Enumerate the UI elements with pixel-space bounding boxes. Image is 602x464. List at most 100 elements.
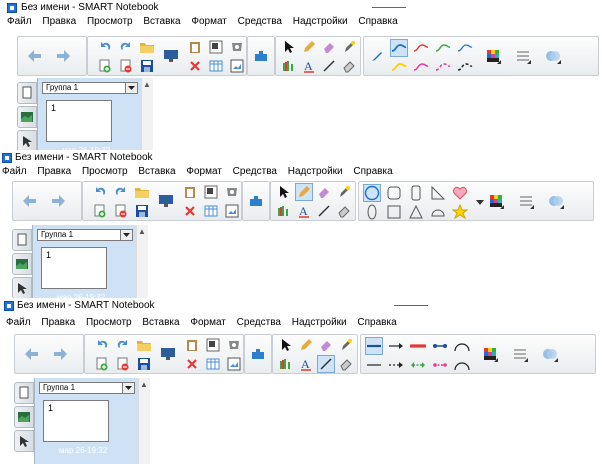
pen-type-yellow-curve[interactable] bbox=[390, 58, 408, 76]
scroll-up-icon[interactable]: ▲ bbox=[140, 380, 148, 389]
add-page-icon[interactable] bbox=[96, 57, 114, 75]
open-folder-icon[interactable] bbox=[138, 38, 156, 56]
capture-icon[interactable] bbox=[228, 38, 246, 56]
pen-type-blue-thin[interactable] bbox=[456, 39, 474, 57]
shape-semicircle-icon[interactable] bbox=[429, 203, 447, 221]
transparency-icon[interactable] bbox=[541, 345, 559, 363]
menu-edit[interactable]: Правка bbox=[38, 15, 80, 29]
color-palette-icon[interactable] bbox=[484, 47, 502, 65]
menu-format[interactable]: Формат bbox=[186, 316, 230, 330]
gallery-tab[interactable] bbox=[12, 253, 32, 275]
addon-icon[interactable] bbox=[247, 192, 265, 210]
back-arrow-icon[interactable] bbox=[23, 345, 41, 363]
delete-icon[interactable] bbox=[183, 355, 201, 373]
menu-addons[interactable]: Надстройки bbox=[289, 15, 352, 29]
screen-shade-icon[interactable] bbox=[207, 38, 225, 56]
shape-rect-icon[interactable] bbox=[407, 184, 425, 202]
eraser-icon[interactable] bbox=[320, 38, 338, 56]
scroll-up-icon[interactable]: ▲ bbox=[138, 227, 146, 236]
paste-icon[interactable] bbox=[186, 38, 204, 56]
gallery-tab[interactable] bbox=[17, 106, 37, 128]
menu-edit[interactable]: Правка bbox=[37, 316, 79, 330]
fill-icon[interactable] bbox=[335, 202, 353, 220]
color-palette-icon[interactable] bbox=[487, 192, 505, 210]
menu-file[interactable]: Файл bbox=[0, 165, 31, 179]
page-sorter-scrollbar[interactable]: ▲ bbox=[136, 225, 148, 300]
menu-tools[interactable]: Средства bbox=[233, 316, 285, 330]
shape-star-icon[interactable] bbox=[451, 203, 469, 221]
chevron-down-icon[interactable] bbox=[125, 83, 137, 93]
redo-icon[interactable] bbox=[112, 183, 130, 201]
capture-icon[interactable] bbox=[223, 183, 241, 201]
table-icon[interactable] bbox=[202, 202, 220, 220]
line-icon[interactable] bbox=[320, 57, 338, 75]
fill-icon[interactable] bbox=[340, 57, 358, 75]
magic-pen-icon[interactable] bbox=[335, 183, 353, 201]
eraser-icon[interactable] bbox=[315, 183, 333, 201]
chevron-down-icon[interactable] bbox=[122, 383, 134, 393]
insert-image-icon[interactable] bbox=[223, 202, 241, 220]
back-arrow-icon[interactable] bbox=[26, 47, 44, 65]
attachments-tab[interactable] bbox=[17, 130, 37, 152]
transparency-icon[interactable] bbox=[544, 47, 562, 65]
scroll-up-icon[interactable]: ▲ bbox=[143, 80, 151, 89]
delete-icon[interactable] bbox=[186, 57, 204, 75]
delete-page-icon[interactable] bbox=[112, 202, 130, 220]
text-icon[interactable]: A bbox=[295, 202, 313, 220]
fill-icon[interactable] bbox=[337, 355, 355, 373]
line-arc-option[interactable] bbox=[453, 337, 471, 355]
display-icon[interactable] bbox=[159, 345, 177, 363]
magic-pen-icon[interactable] bbox=[337, 336, 355, 354]
menu-format[interactable]: Формат bbox=[182, 165, 226, 179]
save-icon[interactable] bbox=[133, 202, 151, 220]
table-icon[interactable] bbox=[204, 355, 222, 373]
menu-addons[interactable]: Надстройки bbox=[284, 165, 347, 179]
display-icon[interactable] bbox=[157, 192, 175, 210]
paste-icon[interactable] bbox=[183, 336, 201, 354]
menu-insert[interactable]: Вставка bbox=[138, 316, 183, 330]
redo-icon[interactable] bbox=[117, 38, 135, 56]
gallery-tab[interactable] bbox=[14, 406, 34, 428]
page-thumbnail[interactable]: 1 bbox=[46, 100, 112, 142]
transparency-icon[interactable] bbox=[547, 192, 565, 210]
paste-icon[interactable] bbox=[181, 183, 199, 201]
menu-file[interactable]: Файл bbox=[0, 316, 35, 330]
delete-page-icon[interactable] bbox=[117, 57, 135, 75]
save-icon[interactable] bbox=[138, 57, 156, 75]
open-folder-icon[interactable] bbox=[135, 336, 153, 354]
eraser-icon[interactable] bbox=[317, 336, 335, 354]
pen-icon[interactable] bbox=[297, 336, 315, 354]
page-sorter-scrollbar[interactable]: ▲ bbox=[141, 78, 153, 152]
line-dash-arrow-option[interactable] bbox=[387, 356, 405, 374]
capture-icon[interactable] bbox=[225, 336, 243, 354]
forward-arrow-icon[interactable] bbox=[54, 47, 72, 65]
select-icon[interactable] bbox=[277, 336, 295, 354]
pen-type-pink-dashed[interactable] bbox=[434, 58, 452, 76]
shape-heart-icon[interactable] bbox=[451, 184, 469, 202]
delete-icon[interactable] bbox=[181, 202, 199, 220]
group-selector[interactable]: Группа 1 bbox=[42, 82, 138, 94]
line-green-dash-option[interactable] bbox=[409, 356, 427, 374]
display-icon[interactable] bbox=[162, 47, 180, 65]
line-red-thick-option[interactable] bbox=[409, 337, 427, 355]
group-selector[interactable]: Группа 1 bbox=[37, 229, 133, 241]
pen-type-red-curve[interactable] bbox=[412, 39, 430, 57]
creative-pen-icon[interactable] bbox=[280, 57, 298, 75]
line-dot-end-option[interactable] bbox=[431, 337, 449, 355]
pen-icon[interactable] bbox=[300, 38, 318, 56]
menu-insert[interactable]: Вставка bbox=[134, 165, 179, 179]
pen-style-icon[interactable] bbox=[368, 47, 386, 65]
page-thumbnail[interactable]: 1 bbox=[43, 400, 109, 442]
line-icon[interactable] bbox=[315, 202, 333, 220]
open-folder-icon[interactable] bbox=[133, 183, 151, 201]
creative-pen-icon[interactable] bbox=[275, 202, 293, 220]
magic-pen-icon[interactable] bbox=[340, 38, 358, 56]
insert-image-icon[interactable] bbox=[225, 355, 243, 373]
undo-icon[interactable] bbox=[93, 336, 111, 354]
shape-square-icon[interactable] bbox=[385, 203, 403, 221]
group-selector[interactable]: Группа 1 bbox=[39, 382, 135, 394]
text-icon[interactable]: A bbox=[300, 57, 318, 75]
menu-view[interactable]: Просмотр bbox=[78, 165, 132, 179]
undo-icon[interactable] bbox=[91, 183, 109, 201]
menu-addons[interactable]: Надстройки bbox=[288, 316, 351, 330]
